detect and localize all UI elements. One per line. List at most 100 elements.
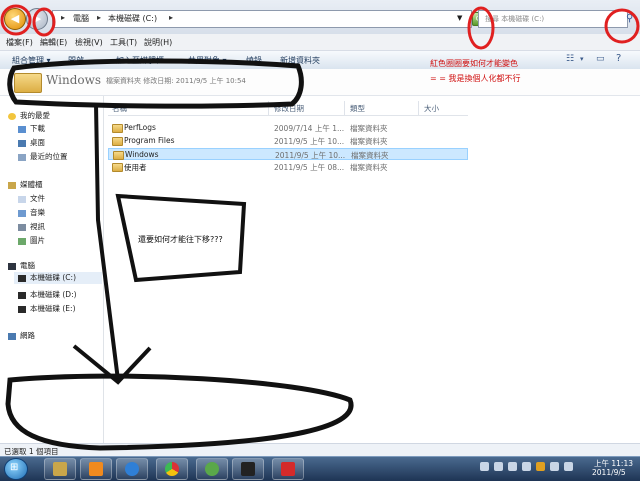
star-icon — [8, 112, 16, 120]
search-placeholder: 搜尋 本機磁碟 (C:) — [485, 15, 545, 23]
sidebar-item-music[interactable]: 音樂 — [18, 207, 45, 218]
column-divider[interactable] — [344, 101, 345, 115]
taskbar-app-messenger[interactable] — [196, 458, 228, 480]
ie-icon — [125, 462, 139, 476]
taskbar-date[interactable]: 2011/9/5 — [592, 468, 626, 477]
sidebar-label: 本機磁碟 (D:) — [30, 290, 77, 299]
share-with-button[interactable]: 共用對象 ▾ — [188, 55, 227, 66]
column-size[interactable]: 大小 — [424, 103, 439, 114]
tray-antivirus-icon[interactable] — [536, 462, 545, 471]
column-name[interactable]: 名稱 — [112, 103, 127, 114]
taskbar-app-media[interactable] — [272, 458, 304, 480]
selected-item-detail: 檔案資料夾 修改日期: 2011/9/5 上午 10:54 — [106, 77, 246, 85]
preview-pane-icon[interactable]: ▭ — [596, 54, 605, 64]
sidebar-label: 本機磁碟 (E:) — [30, 304, 76, 313]
taskbar-app-chrome[interactable] — [156, 458, 188, 480]
menu-file[interactable]: 檔案(F) — [6, 37, 33, 48]
table-row[interactable]: PerfLogs 2009/7/14 上午 1... 檔案資料夾 — [108, 122, 468, 134]
tray-keyboard-icon[interactable] — [480, 462, 489, 471]
taskbar-app-media-player[interactable] — [80, 458, 112, 480]
chevron-right-icon[interactable]: ▸ — [61, 13, 65, 22]
table-row-selected[interactable]: Windows 2011/9/5 上午 10... 檔案資料夾 — [108, 148, 468, 160]
video-icon — [18, 223, 26, 231]
organize-button[interactable]: 組合管理 ▾ — [12, 55, 51, 66]
sidebar-network[interactable]: 網路 — [8, 330, 35, 341]
sidebar-label: 音樂 — [30, 208, 45, 217]
new-folder-button[interactable]: 新增資料夾 — [280, 55, 320, 66]
file-date: 2011/9/5 上午 08... — [274, 163, 345, 172]
computer-icon — [8, 262, 16, 270]
documents-icon — [18, 195, 26, 203]
open-button[interactable]: 開啟 — [68, 55, 84, 66]
address-dropdown-icon[interactable]: ▼ — [457, 14, 462, 22]
sidebar-favorites[interactable]: 我的最愛 — [8, 110, 50, 121]
sidebar-item-pictures[interactable]: 圖片 — [18, 235, 45, 246]
help-icon[interactable]: ? — [616, 53, 621, 64]
column-type[interactable]: 類型 — [350, 103, 365, 114]
chevron-right-icon[interactable]: ▸ — [169, 13, 173, 22]
table-row[interactable]: Program Files 2011/9/5 上午 10... 檔案資料夾 — [108, 135, 468, 147]
sidebar-label: 視訊 — [30, 222, 45, 231]
sidebar-item-drive-d[interactable]: 本機磁碟 (D:) — [18, 289, 77, 300]
table-row[interactable]: 使用者 2011/9/5 上午 08... 檔案資料夾 — [108, 161, 468, 173]
file-type: 檔案資料夾 — [350, 137, 388, 146]
sidebar-computer[interactable]: 電腦 — [8, 260, 35, 271]
pictures-icon — [18, 237, 26, 245]
taskbar-app-ie[interactable] — [116, 458, 148, 480]
tray-language-icon[interactable] — [494, 462, 503, 471]
download-folder-icon — [18, 125, 26, 133]
folder-icon — [112, 124, 123, 133]
include-in-library-button[interactable]: 加入至媒體櫃 ▾ — [116, 55, 171, 66]
search-input[interactable]: 搜尋 本機磁碟 (C:) — [478, 10, 628, 28]
sidebar-item-recent[interactable]: 最近的位置 — [18, 151, 68, 162]
annotation-note-3: 還要如何才能往下移??? — [138, 235, 223, 244]
file-date: 2009/7/14 上午 1... — [274, 124, 345, 133]
sidebar-item-drive-c[interactable]: 本機磁碟 (C:) — [14, 272, 102, 284]
sidebar-item-downloads[interactable]: 下載 — [18, 123, 45, 134]
sidebar-item-desktop[interactable]: 桌面 — [18, 137, 45, 148]
chrome-icon — [165, 462, 179, 476]
media-icon — [281, 462, 295, 476]
sidebar-item-videos[interactable]: 視訊 — [18, 221, 45, 232]
taskbar-app-explorer[interactable] — [44, 458, 76, 480]
tray-monitor-icon[interactable] — [550, 462, 559, 471]
sidebar-label: 電腦 — [20, 261, 35, 270]
messenger-icon — [205, 462, 219, 476]
breadcrumb-drive-c[interactable]: 本機磁碟 (C:) — [108, 13, 157, 24]
recent-places-icon — [18, 153, 26, 161]
menu-help[interactable]: 說明(H) — [144, 37, 172, 48]
start-button[interactable]: ⊞ — [4, 458, 28, 480]
sidebar-item-documents[interactable]: 文件 — [18, 193, 45, 204]
command-bar — [0, 51, 640, 70]
folder-icon — [113, 151, 124, 160]
column-divider[interactable] — [268, 101, 269, 115]
forward-button[interactable]: ▶ — [26, 8, 48, 30]
tray-network-icon[interactable] — [522, 462, 531, 471]
menu-tools[interactable]: 工具(T) — [110, 37, 137, 48]
desktop-icon — [18, 139, 26, 147]
tray-volume-icon[interactable] — [564, 462, 573, 471]
chevron-right-icon[interactable]: ▸ — [97, 13, 101, 22]
search-icon[interactable]: ⚲ — [626, 13, 633, 24]
tray-flag-icon[interactable] — [508, 462, 517, 471]
breadcrumb-computer[interactable]: 電腦 — [73, 13, 89, 24]
sidebar-libraries[interactable]: 媒體櫃 — [8, 179, 43, 190]
column-date[interactable]: 修改日期 — [274, 103, 304, 114]
taskbar-app-foobar[interactable] — [232, 458, 264, 480]
column-divider[interactable] — [418, 101, 419, 115]
drive-icon — [18, 291, 26, 299]
burn-button[interactable]: 燒錄 — [246, 55, 262, 66]
file-name: PerfLogs — [124, 123, 156, 132]
back-button[interactable]: ◀ — [4, 8, 26, 30]
sidebar-label: 本機磁碟 (C:) — [30, 273, 76, 282]
forward-arrow-icon: ▶ — [32, 12, 42, 25]
menu-view[interactable]: 檢視(V) — [75, 37, 103, 48]
file-name: 使用者 — [124, 163, 147, 172]
view-dropdown-icon[interactable]: ▾ — [580, 55, 584, 63]
menu-edit[interactable]: 編輯(E) — [40, 37, 67, 48]
view-options-icon[interactable]: ☷ — [566, 54, 574, 64]
library-icon — [8, 181, 16, 189]
windows-logo-icon: ⊞ — [10, 462, 19, 473]
sidebar-item-drive-e[interactable]: 本機磁碟 (E:) — [18, 303, 76, 314]
address-input[interactable]: ▸ 電腦 ▸ 本機磁碟 (C:) ▸ — [52, 10, 472, 28]
